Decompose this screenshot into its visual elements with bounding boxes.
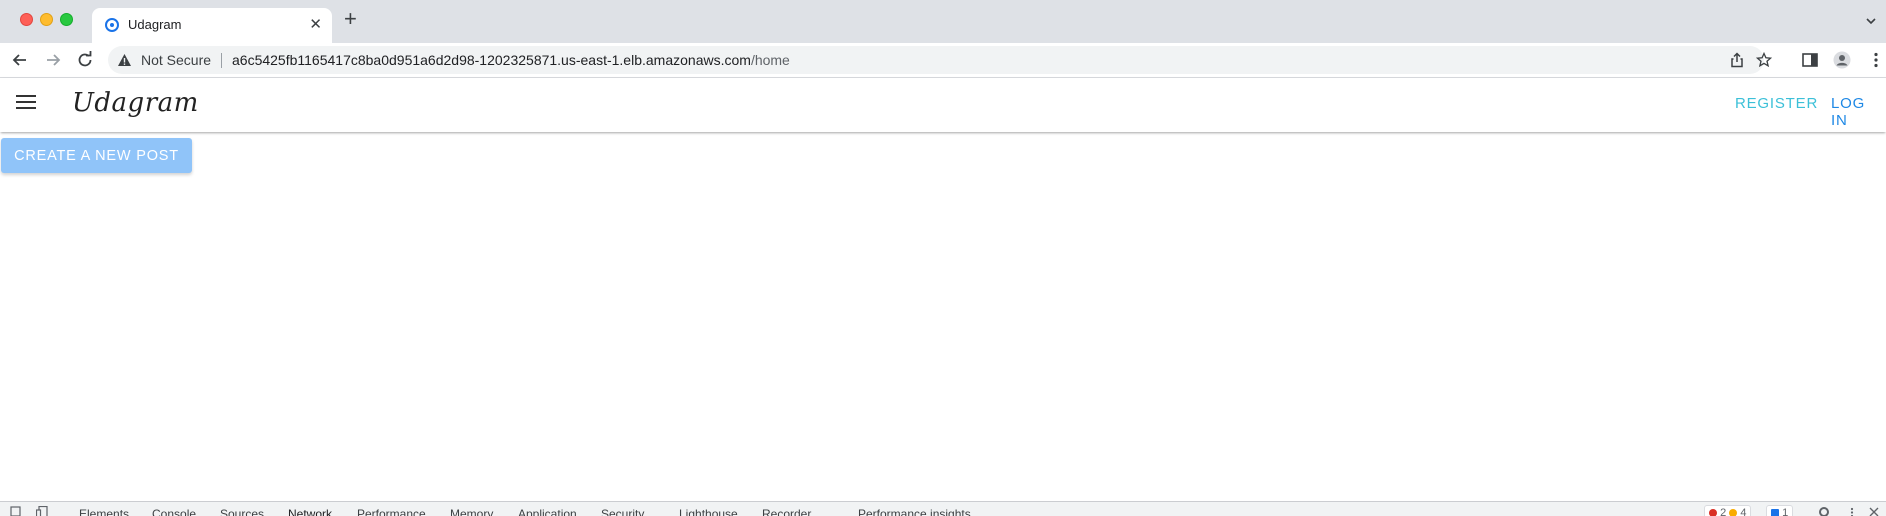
create-new-post-button[interactable]: CREATE A NEW POST xyxy=(1,138,192,173)
browser-toolbar: Not Secure a6c5425fb1165417c8ba0d951a6d2… xyxy=(0,43,1886,78)
url-text[interactable]: a6c5425fb1165417c8ba0d951a6d2d98-1202325… xyxy=(232,52,790,68)
minimize-window-button[interactable] xyxy=(40,13,53,26)
more-options-icon[interactable] xyxy=(1866,50,1886,70)
reload-icon[interactable] xyxy=(75,50,95,70)
register-link[interactable]: REGISTER xyxy=(1735,95,1818,112)
tab-search-chevron-icon[interactable] xyxy=(1864,14,1878,28)
address-bar[interactable]: Not Secure a6c5425fb1165417c8ba0d951a6d2… xyxy=(108,46,1764,74)
brand-logo[interactable]: Udagram xyxy=(72,88,199,118)
devtools-error-warning-badge[interactable]: 2 4 xyxy=(1704,505,1751,516)
browser-tab-udagram[interactable]: Udagram ✕ xyxy=(92,8,332,43)
login-link[interactable]: LOG IN xyxy=(1831,95,1886,129)
tab-title: Udagram xyxy=(128,17,181,32)
close-tab-icon[interactable]: ✕ xyxy=(309,15,322,33)
security-status-label[interactable]: Not Secure xyxy=(141,52,211,68)
side-panel-icon[interactable] xyxy=(1800,50,1820,70)
bookmark-star-icon[interactable] xyxy=(1756,52,1772,68)
url-path: /home xyxy=(751,52,790,68)
app-header: Udagram REGISTER LOG IN xyxy=(0,78,1886,132)
new-tab-button[interactable]: + xyxy=(344,8,357,30)
omnibox-separator xyxy=(221,53,222,68)
close-window-button[interactable] xyxy=(20,13,33,26)
devtools-panel: Elements Console Sources Network Perform… xyxy=(0,501,1886,516)
devtools-issues-badge[interactable]: 1 xyxy=(1766,505,1793,516)
favicon-icon xyxy=(105,18,119,32)
warning-triangle-icon[interactable] xyxy=(117,53,132,67)
forward-arrow-icon[interactable] xyxy=(43,50,63,70)
browser-tabstrip: Udagram ✕ + xyxy=(0,0,1886,43)
zoom-window-button[interactable] xyxy=(60,13,73,26)
back-arrow-icon[interactable] xyxy=(10,50,30,70)
profile-avatar-icon[interactable] xyxy=(1832,50,1852,70)
hamburger-menu-icon[interactable] xyxy=(16,95,36,111)
share-icon[interactable] xyxy=(1729,52,1745,68)
url-host: a6c5425fb1165417c8ba0d951a6d2d98-1202325… xyxy=(232,52,751,68)
